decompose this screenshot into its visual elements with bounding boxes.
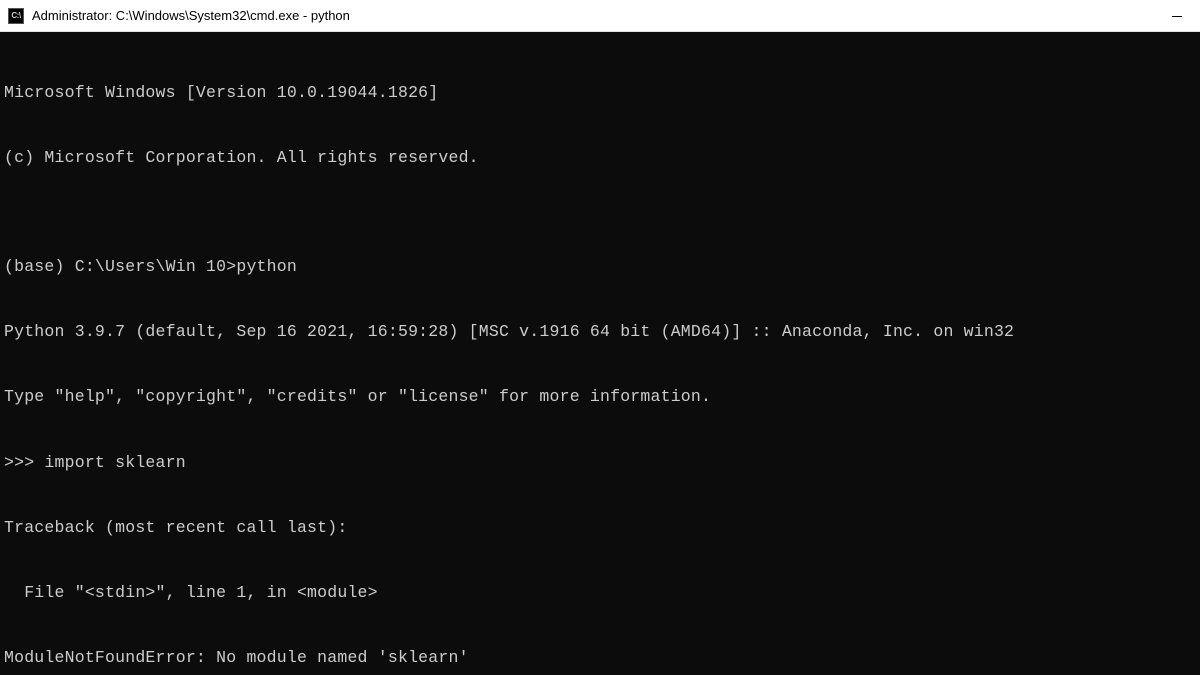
terminal-line: (base) C:\Users\Win 10>python (4, 256, 1196, 278)
terminal-line: Type "help", "copyright", "credits" or "… (4, 386, 1196, 408)
minimize-button[interactable] (1154, 0, 1200, 32)
window-controls (1154, 0, 1200, 32)
cmd-icon: C:\ (8, 8, 24, 24)
terminal-line: (c) Microsoft Corporation. All rights re… (4, 147, 1196, 169)
terminal-line: >>> import sklearn (4, 452, 1196, 474)
minimize-icon (1172, 16, 1182, 17)
cmd-window: C:\ Administrator: C:\Windows\System32\c… (0, 0, 1200, 675)
window-title: Administrator: C:\Windows\System32\cmd.e… (32, 8, 350, 23)
terminal-line: Traceback (most recent call last): (4, 517, 1196, 539)
titlebar[interactable]: C:\ Administrator: C:\Windows\System32\c… (0, 0, 1200, 32)
cmd-icon-label: C:\ (11, 12, 20, 20)
terminal-line: Python 3.9.7 (default, Sep 16 2021, 16:5… (4, 321, 1196, 343)
terminal-line: File "<stdin>", line 1, in <module> (4, 582, 1196, 604)
terminal-output[interactable]: Microsoft Windows [Version 10.0.19044.18… (0, 32, 1200, 675)
terminal-line: ModuleNotFoundError: No module named 'sk… (4, 647, 1196, 669)
terminal-line: Microsoft Windows [Version 10.0.19044.18… (4, 82, 1196, 104)
